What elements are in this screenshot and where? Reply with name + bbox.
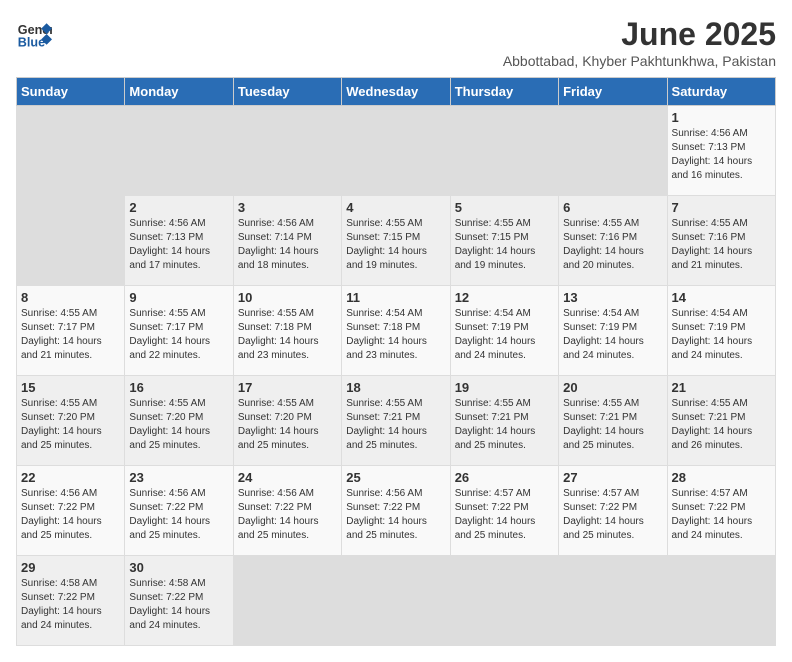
calendar-cell: 12Sunrise: 4:54 AMSunset: 7:19 PMDayligh… (450, 286, 558, 376)
day-number: 11 (346, 290, 445, 305)
day-number: 1 (672, 110, 771, 125)
day-number: 9 (129, 290, 228, 305)
calendar-cell (450, 556, 558, 646)
calendar-cell: 15Sunrise: 4:55 AMSunset: 7:20 PMDayligh… (17, 376, 125, 466)
day-number: 30 (129, 560, 228, 575)
day-number: 25 (346, 470, 445, 485)
header-cell-tuesday: Tuesday (233, 78, 341, 106)
calendar-cell: 1Sunrise: 4:56 AMSunset: 7:13 PMDaylight… (667, 106, 775, 196)
main-title: June 2025 (503, 16, 776, 53)
day-number: 5 (455, 200, 554, 215)
day-number: 7 (672, 200, 771, 215)
calendar-cell: 8Sunrise: 4:55 AMSunset: 7:17 PMDaylight… (17, 286, 125, 376)
calendar-cell (125, 106, 233, 196)
calendar-cell (233, 106, 341, 196)
calendar-cell: 16Sunrise: 4:55 AMSunset: 7:20 PMDayligh… (125, 376, 233, 466)
calendar-cell: 14Sunrise: 4:54 AMSunset: 7:19 PMDayligh… (667, 286, 775, 376)
day-number: 16 (129, 380, 228, 395)
calendar-cell (667, 556, 775, 646)
header-cell-wednesday: Wednesday (342, 78, 450, 106)
calendar-cell (342, 556, 450, 646)
calendar-cell: 30Sunrise: 4:58 AMSunset: 7:22 PMDayligh… (125, 556, 233, 646)
calendar-cell (559, 556, 667, 646)
day-number: 14 (672, 290, 771, 305)
calendar-cell: 27Sunrise: 4:57 AMSunset: 7:22 PMDayligh… (559, 466, 667, 556)
header-cell-friday: Friday (559, 78, 667, 106)
subtitle: Abbottabad, Khyber Pakhtunkhwa, Pakistan (503, 53, 776, 69)
calendar-cell (450, 106, 558, 196)
title-area: June 2025 Abbottabad, Khyber Pakhtunkhwa… (503, 16, 776, 69)
calendar-cell: 4Sunrise: 4:55 AMSunset: 7:15 PMDaylight… (342, 196, 450, 286)
svg-text:Blue: Blue (18, 36, 45, 50)
calendar-cell: 9Sunrise: 4:55 AMSunset: 7:17 PMDaylight… (125, 286, 233, 376)
calendar-cell: 24Sunrise: 4:56 AMSunset: 7:22 PMDayligh… (233, 466, 341, 556)
day-number: 28 (672, 470, 771, 485)
calendar-cell: 7Sunrise: 4:55 AMSunset: 7:16 PMDaylight… (667, 196, 775, 286)
day-number: 15 (21, 380, 120, 395)
header-cell-saturday: Saturday (667, 78, 775, 106)
calendar-cell: 2Sunrise: 4:56 AMSunset: 7:13 PMDaylight… (125, 196, 233, 286)
day-number: 29 (21, 560, 120, 575)
calendar-cell: 17Sunrise: 4:55 AMSunset: 7:20 PMDayligh… (233, 376, 341, 466)
calendar-cell (233, 556, 341, 646)
header-row: SundayMondayTuesdayWednesdayThursdayFrid… (17, 78, 776, 106)
day-number: 26 (455, 470, 554, 485)
calendar-cell: 22Sunrise: 4:56 AMSunset: 7:22 PMDayligh… (17, 466, 125, 556)
calendar-cell: 29Sunrise: 4:58 AMSunset: 7:22 PMDayligh… (17, 556, 125, 646)
header-cell-sunday: Sunday (17, 78, 125, 106)
day-number: 12 (455, 290, 554, 305)
day-number: 13 (563, 290, 662, 305)
day-number: 27 (563, 470, 662, 485)
day-number: 10 (238, 290, 337, 305)
calendar-cell: 23Sunrise: 4:56 AMSunset: 7:22 PMDayligh… (125, 466, 233, 556)
day-number: 18 (346, 380, 445, 395)
calendar-cell: 19Sunrise: 4:55 AMSunset: 7:21 PMDayligh… (450, 376, 558, 466)
day-number: 4 (346, 200, 445, 215)
calendar-cell: 28Sunrise: 4:57 AMSunset: 7:22 PMDayligh… (667, 466, 775, 556)
calendar-cell (559, 106, 667, 196)
day-number: 23 (129, 470, 228, 485)
calendar-cell: 25Sunrise: 4:56 AMSunset: 7:22 PMDayligh… (342, 466, 450, 556)
header-cell-thursday: Thursday (450, 78, 558, 106)
calendar-cell (17, 196, 125, 286)
logo-icon: General Blue (16, 16, 52, 52)
calendar-cell (342, 106, 450, 196)
day-number: 22 (21, 470, 120, 485)
calendar-cell: 13Sunrise: 4:54 AMSunset: 7:19 PMDayligh… (559, 286, 667, 376)
calendar-cell: 3Sunrise: 4:56 AMSunset: 7:14 PMDaylight… (233, 196, 341, 286)
calendar-cell: 5Sunrise: 4:55 AMSunset: 7:15 PMDaylight… (450, 196, 558, 286)
day-number: 17 (238, 380, 337, 395)
header: General Blue June 2025 Abbottabad, Khybe… (16, 16, 776, 69)
calendar-cell: 26Sunrise: 4:57 AMSunset: 7:22 PMDayligh… (450, 466, 558, 556)
header-cell-monday: Monday (125, 78, 233, 106)
day-number: 20 (563, 380, 662, 395)
day-number: 24 (238, 470, 337, 485)
calendar-cell: 21Sunrise: 4:55 AMSunset: 7:21 PMDayligh… (667, 376, 775, 466)
day-number: 6 (563, 200, 662, 215)
day-number: 19 (455, 380, 554, 395)
calendar-cell: 6Sunrise: 4:55 AMSunset: 7:16 PMDaylight… (559, 196, 667, 286)
calendar-table: SundayMondayTuesdayWednesdayThursdayFrid… (16, 77, 776, 646)
day-number: 3 (238, 200, 337, 215)
logo: General Blue (16, 16, 52, 52)
calendar-cell: 10Sunrise: 4:55 AMSunset: 7:18 PMDayligh… (233, 286, 341, 376)
calendar-cell (17, 106, 125, 196)
calendar-cell: 20Sunrise: 4:55 AMSunset: 7:21 PMDayligh… (559, 376, 667, 466)
calendar-cell: 18Sunrise: 4:55 AMSunset: 7:21 PMDayligh… (342, 376, 450, 466)
day-number: 21 (672, 380, 771, 395)
day-number: 8 (21, 290, 120, 305)
day-number: 2 (129, 200, 228, 215)
calendar-cell: 11Sunrise: 4:54 AMSunset: 7:18 PMDayligh… (342, 286, 450, 376)
page-container: General Blue June 2025 Abbottabad, Khybe… (16, 16, 776, 646)
